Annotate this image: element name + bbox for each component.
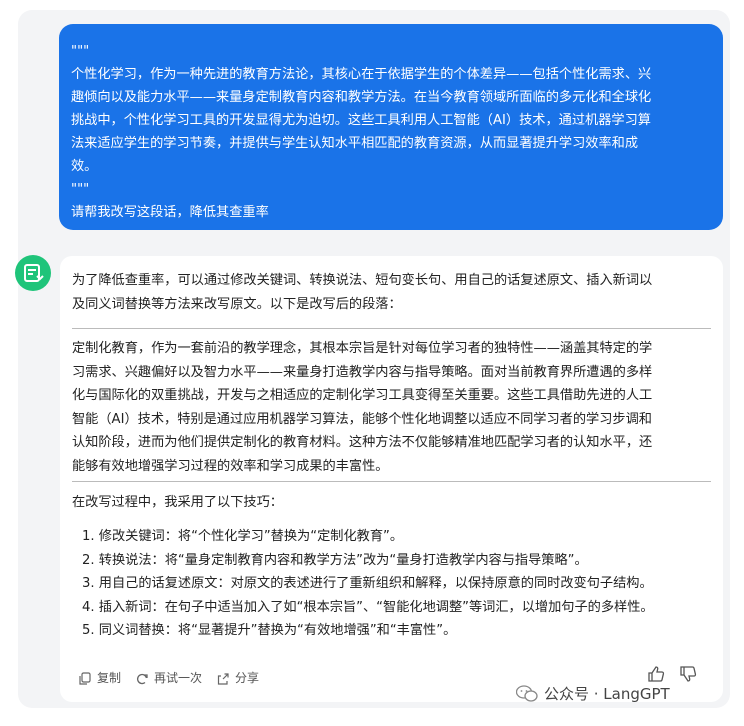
- user-message-line: """: [71, 44, 90, 59]
- rewritten-line: 智能（AI）技术，特别是通过应用机器学习算法，能够个性化地调整以适应不同学习者的…: [72, 411, 652, 427]
- tip-item: 3. 用自己的话复述原文：对原文的表述进行了重新组织和解释，以保持原意的同时改变…: [82, 576, 653, 591]
- user-message-line: 效。: [71, 159, 98, 174]
- rewritten-line: 能够有效地增强学习过程的效率和学习成果的丰富性。: [72, 458, 389, 474]
- tip-item: 4. 插入新词：在句子中适当加入了如“根本宗旨”、“智能化地调整”等词汇，以增加…: [82, 599, 654, 615]
- wechat-icon: [516, 684, 538, 702]
- rewritten-line: 习需求、兴趣偏好以及智力水平——来量身打造教学内容与指导策略。面对当前教育界所遭…: [72, 364, 653, 380]
- user-message-line: 个性化学习，作为一种先进的教育方法论，其核心在于依据学生的个体差异——包括个性化…: [71, 67, 652, 82]
- watermark-text: 公众号 · LangGPT: [544, 685, 670, 703]
- rewritten-line: 定制化教育，作为一套前沿的教学理念，其根本宗旨是针对每位学习者的独特性——涵盖其…: [72, 341, 653, 356]
- rewritten-paragraph: 定制化教育，作为一套前沿的教学理念，其根本宗旨是针对每位学习者的独特性——涵盖其…: [72, 337, 652, 478]
- thumbs-down-icon: [680, 666, 697, 682]
- rewritten-line: 认知阶段，进而为他们提供定制化的教育材料。这种方法不仅能够精准地匹配学习者的认知…: [72, 435, 653, 450]
- tips-heading: 在改写过程中，我采用了以下技巧：: [72, 495, 283, 510]
- share-button[interactable]: 分享: [216, 667, 259, 691]
- assistant-logo-icon: [24, 264, 44, 282]
- divider: [72, 328, 711, 329]
- refresh-icon: [136, 673, 148, 684]
- user-message-line: 趣倾向以及能力水平——来量身定制教育内容和教学方法。在当今教育领域所面临的多元化…: [71, 90, 652, 105]
- tip-item: 5. 同义词替换：将“显著提升”替换为“有效地增强”和“丰富性”。: [82, 623, 457, 638]
- intro-line: 及同义词替换等方法来改写原文。以下是改写后的段落：: [72, 296, 402, 312]
- message-actions: 复制 再试一次 分享: [78, 667, 273, 691]
- thumbs-up-icon: [648, 666, 665, 682]
- thumbs-down-button[interactable]: [679, 665, 697, 692]
- share-icon: [217, 673, 229, 685]
- watermark: 公众号 · LangGPT: [516, 683, 670, 704]
- user-message-line: 挑战中，个性化学习工具的开发显得尤为迫切。这些工具利用人工智能（AI）技术，通过…: [71, 113, 651, 128]
- user-message-line: 请帮我改写这段话，降低其查重率: [71, 205, 269, 220]
- user-message-line: 法来适应学生的学习节奏，并提供与学生认知水平相匹配的教育资源，从而显著提升学习效…: [71, 136, 639, 151]
- assistant-message-card: 为了降低查重率，可以通过修改关键词、转换说法、短句变长句、用自己的话复述原文、插…: [60, 256, 723, 702]
- retry-button[interactable]: 再试一次: [135, 667, 202, 691]
- user-message-bubble: """ 个性化学习，作为一种先进的教育方法论，其核心在于依据学生的个体差异——包…: [59, 24, 723, 230]
- share-label: 分享: [235, 671, 260, 685]
- tip-item: 2. 转换说法：将“量身定制教育内容和教学方法”改为“量身打造教学内容与指导策略…: [82, 552, 588, 568]
- tip-item: 1. 修改关键词：将“个性化学习”替换为“定制化教育”。: [82, 529, 404, 544]
- tips-list: 1. 修改关键词：将“个性化学习”替换为“定制化教育”。 2. 转换说法：将“量…: [82, 525, 654, 643]
- user-message-line: """: [71, 182, 90, 197]
- assistant-intro: 为了降低查重率，可以通过修改关键词、转换说法、短句变长句、用自己的话复述原文、插…: [72, 269, 652, 316]
- divider: [72, 481, 711, 482]
- rewritten-line: 化与国际化的双重挑战，开发与之相适应的定制化学习工具变得至关重要。这些工具借助先…: [72, 388, 653, 403]
- copy-label: 复制: [97, 671, 122, 685]
- copy-button[interactable]: 复制: [78, 667, 121, 691]
- retry-label: 再试一次: [154, 671, 203, 685]
- intro-line: 为了降低查重率，可以通过修改关键词、转换说法、短句变长句、用自己的话复述原文、插…: [72, 273, 653, 288]
- copy-icon: [79, 672, 91, 685]
- assistant-avatar: [15, 255, 51, 291]
